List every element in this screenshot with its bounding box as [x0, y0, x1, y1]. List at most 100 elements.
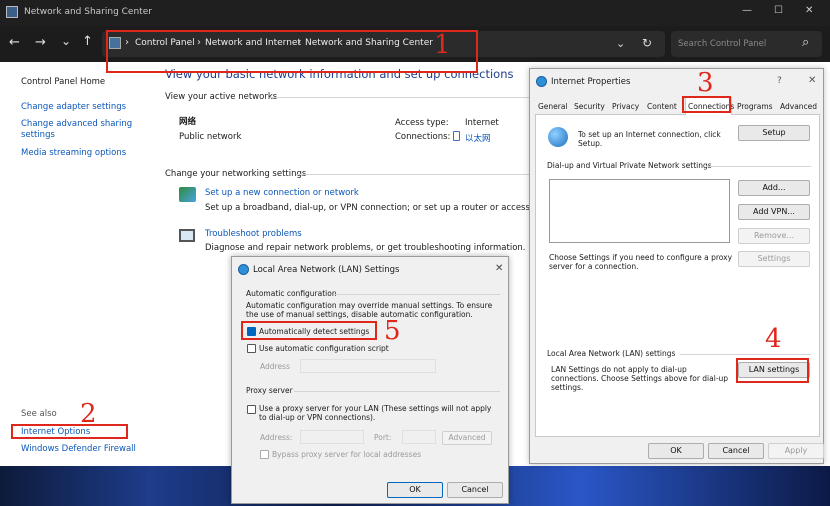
proxy-port-label: Port:: [374, 433, 392, 442]
annotation-number-1: 1: [434, 30, 451, 60]
sidebar: Control Panel Home Change adapter settin…: [0, 62, 150, 466]
annotation-box-2: [11, 424, 128, 439]
divider: [706, 166, 811, 167]
remove-button[interactable]: Remove...: [738, 228, 810, 244]
setup-button-label: Setup: [762, 128, 786, 137]
change-settings-header: Change your networking settings: [165, 169, 307, 179]
ethernet-icon: [453, 131, 460, 141]
annotation-box-1: [106, 30, 478, 73]
auto-script-checkbox[interactable]: [247, 344, 256, 353]
proxy-label[interactable]: Use a proxy server for your LAN (These s…: [259, 404, 499, 422]
auto-config-desc: Automatic configuration may override man…: [246, 301, 493, 319]
divider: [296, 174, 530, 175]
network-type[interactable]: Public network: [179, 132, 241, 142]
ie-icon: [238, 264, 249, 275]
see-also-label: See also: [21, 409, 57, 419]
ok-button-label: OK: [409, 485, 421, 494]
sidebar-home-link[interactable]: Control Panel Home: [21, 77, 105, 87]
setup-text: To set up an Internet connection, click …: [578, 130, 721, 148]
proxy-address-field[interactable]: [300, 430, 364, 444]
add-vpn-button-label: Add VPN...: [753, 207, 795, 216]
tab-privacy[interactable]: Privacy: [612, 102, 639, 111]
setup-connection-link[interactable]: Set up a new connection or network: [205, 188, 359, 198]
divider: [334, 294, 500, 295]
tab-panel: To set up an Internet connection, click …: [535, 115, 820, 437]
add-button-label: Add...: [762, 183, 786, 192]
settings-button[interactable]: Settings: [738, 251, 810, 267]
ethernet-link[interactable]: 以太网: [465, 132, 491, 144]
firewall-link[interactable]: Windows Defender Firewall: [21, 444, 136, 454]
bypass-checkbox[interactable]: [260, 450, 269, 459]
connections-listbox[interactable]: [549, 179, 730, 243]
minimize-button[interactable]: —: [742, 5, 752, 16]
access-type-label: Access type:: [395, 118, 449, 128]
auto-script-label[interactable]: Use automatic configuration script: [259, 344, 389, 353]
add-button[interactable]: Add...: [738, 180, 810, 196]
cancel-button[interactable]: Cancel: [447, 482, 503, 498]
choose-settings-text: Choose Settings if you need to configure…: [549, 253, 733, 271]
troubleshoot-icon: [179, 229, 195, 242]
internet-properties-dialog: Internet Properties ? ✕ General Security…: [529, 68, 824, 464]
ie-icon: [536, 76, 547, 87]
forward-icon[interactable]: →: [35, 35, 46, 50]
cancel-button[interactable]: Cancel: [708, 443, 764, 459]
address-label: Address: [260, 362, 290, 371]
ok-button-label: OK: [670, 446, 682, 455]
add-vpn-button[interactable]: Add VPN...: [738, 204, 810, 220]
troubleshoot-link[interactable]: Troubleshoot problems: [205, 229, 302, 239]
access-type-value: Internet: [465, 118, 499, 128]
back-icon[interactable]: ←: [9, 35, 20, 50]
script-address-field[interactable]: [300, 359, 436, 373]
tab-content[interactable]: Content: [647, 102, 677, 111]
tab-security[interactable]: Security: [574, 102, 605, 111]
search-input[interactable]: Search Control Panel ⌕: [671, 31, 822, 57]
tab-programs[interactable]: Programs: [737, 102, 773, 111]
annotation-number-4: 4: [765, 324, 782, 354]
lan-settings-dialog: Local Area Network (LAN) Settings ✕ Auto…: [231, 256, 509, 504]
divider: [680, 354, 811, 355]
dropdown-icon[interactable]: ⌄: [616, 37, 625, 50]
help-button[interactable]: ?: [777, 76, 782, 86]
annotation-number-3: 3: [697, 68, 714, 98]
proxy-checkbox[interactable]: [247, 405, 256, 414]
search-placeholder: Search Control Panel: [678, 39, 767, 49]
troubleshoot-desc: Diagnose and repair network problems, or…: [205, 243, 526, 253]
up-icon[interactable]: ↑: [82, 34, 93, 49]
setup-button[interactable]: Setup: [738, 125, 810, 141]
ok-button[interactable]: OK: [387, 482, 443, 498]
new-connection-icon: [179, 187, 196, 202]
lan-header: Local Area Network (LAN) settings: [547, 349, 676, 358]
close-button[interactable]: ✕: [808, 75, 816, 86]
sidebar-item-adapter[interactable]: Change adapter settings: [21, 102, 126, 112]
sidebar-item-advanced-sharing[interactable]: Change advanced sharing settings: [21, 119, 133, 141]
tab-general[interactable]: General: [538, 102, 568, 111]
app-icon: [6, 6, 18, 18]
window-title: Network and Sharing Center: [24, 7, 152, 17]
tab-advanced[interactable]: Advanced: [780, 102, 817, 111]
auto-config-header: Automatic configuration: [246, 289, 337, 298]
refresh-icon[interactable]: ↻: [642, 36, 652, 50]
cancel-button-label: Cancel: [461, 485, 489, 494]
bypass-label[interactable]: Bypass proxy server for local addresses: [272, 450, 421, 459]
settings-button-label: Settings: [757, 254, 791, 263]
dialog-title: Internet Properties: [551, 77, 631, 87]
divider: [294, 391, 500, 392]
connections-label: Connections:: [395, 132, 451, 142]
sidebar-item-media-streaming[interactable]: Media streaming options: [21, 148, 126, 158]
advanced-button-label: Advanced: [448, 433, 486, 442]
history-icon[interactable]: ⌄: [61, 34, 71, 48]
advanced-button[interactable]: Advanced: [442, 431, 492, 445]
annotation-number-5: 5: [384, 316, 401, 346]
search-icon: ⌕: [802, 35, 810, 50]
apply-button[interactable]: Apply: [768, 443, 824, 459]
dialog-title: Local Area Network (LAN) Settings: [253, 265, 400, 275]
title-bar: Network and Sharing Center — ☐ ✕: [0, 0, 830, 26]
proxy-header: Proxy server: [246, 386, 293, 395]
close-button[interactable]: ✕: [495, 263, 503, 274]
proxy-port-field[interactable]: [402, 430, 436, 444]
proxy-address-label: Address:: [260, 433, 293, 442]
ok-button[interactable]: OK: [648, 443, 704, 459]
setup-connection-desc: Set up a broadband, dial-up, or VPN conn…: [205, 203, 557, 213]
maximize-button[interactable]: ☐: [774, 5, 783, 16]
close-button[interactable]: ✕: [805, 5, 813, 16]
